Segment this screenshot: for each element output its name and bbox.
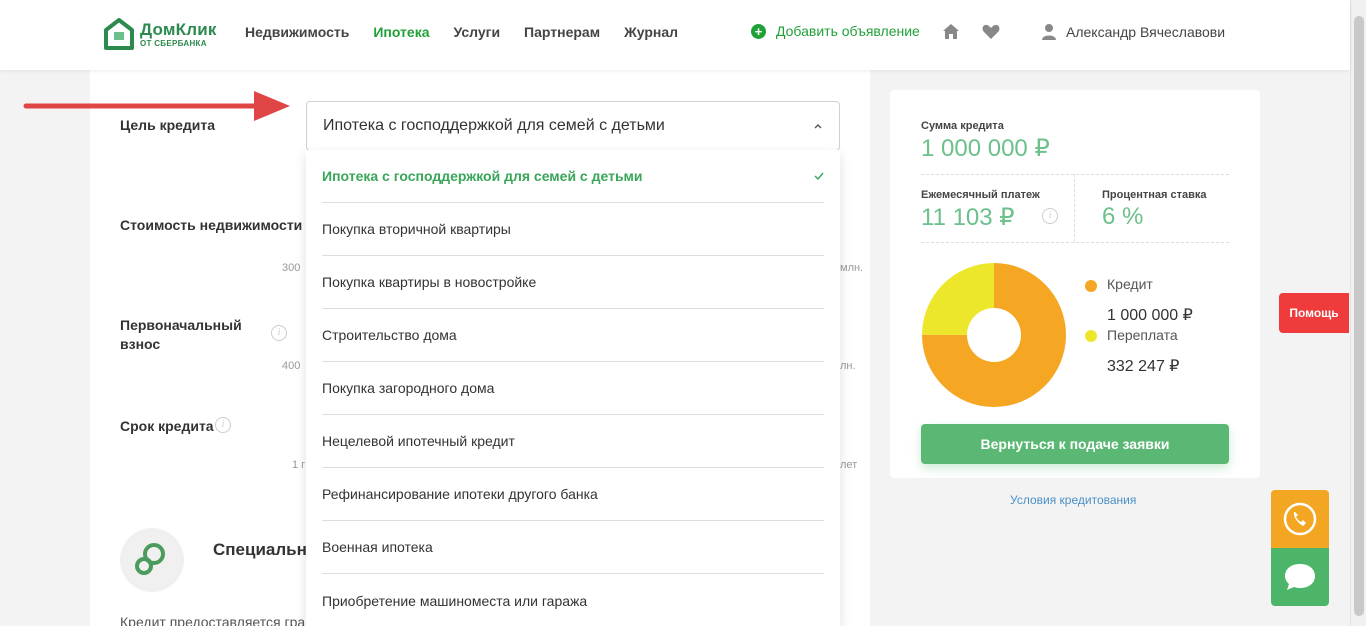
user-icon	[1042, 24, 1056, 40]
legend-overpay-label: Переплата	[1107, 327, 1178, 343]
logo-house-icon	[104, 18, 134, 50]
dropdown-option[interactable]: Приобретение машиноместа или гаража	[322, 574, 824, 626]
term-max-unit: лет	[840, 459, 858, 471]
site-header: ДомКлик ОТ СБЕРБАНКА Недвижимость Ипотек…	[0, 0, 1350, 70]
return-to-application-button[interactable]: Вернуться к подаче заявки	[921, 424, 1229, 464]
nav-item-partners[interactable]: Партнерам	[524, 24, 600, 40]
chat-button[interactable]	[1271, 548, 1329, 606]
term-label: Срок кредита	[120, 418, 214, 434]
page-scrollbar[interactable]	[1350, 0, 1366, 626]
logo-name: ДомКлик	[140, 19, 217, 39]
home-icon[interactable]	[942, 23, 960, 41]
credit-note: Кредит предоставляется гра	[120, 614, 306, 626]
legend-dot-credit	[1085, 280, 1097, 292]
property-max-unit: млн.	[840, 262, 864, 274]
dropdown-option[interactable]: Строительство дома	[322, 309, 824, 362]
down-payment-max-unit: лн.	[840, 360, 856, 372]
dropdown-option-label: Покупка вторичной квартиры	[322, 221, 511, 237]
add-ad-link[interactable]: + Добавить объявление	[751, 23, 920, 39]
dropdown-option-label: Покупка загородного дома	[322, 380, 495, 396]
dropdown-option-label: Нецелевой ипотечный кредит	[322, 433, 515, 449]
legend-dot-overpay	[1085, 330, 1097, 342]
dropdown-option-label: Приобретение машиноместа или гаража	[322, 592, 588, 609]
logo[interactable]: ДомКлик ОТ СБЕРБАНКА	[104, 16, 217, 52]
down-payment-label: Первоначальный взнос	[120, 317, 242, 352]
phone-icon	[1283, 502, 1317, 536]
pacifier-icon	[120, 528, 184, 592]
add-ad-label: Добавить объявление	[776, 23, 920, 39]
heart-icon[interactable]	[982, 24, 1000, 40]
legend-overpay-value: 332 247 ₽	[1107, 358, 1180, 375]
terms-link[interactable]: Условия кредитования	[1010, 493, 1136, 507]
dropdown-option[interactable]: Покупка квартиры в новостройке	[322, 256, 824, 309]
dropdown-option-label: Ипотека с господдержкой для семей с деть…	[322, 168, 643, 184]
info-icon[interactable]: i	[215, 417, 231, 433]
down-payment-min: 400	[282, 360, 301, 372]
property-cost-label: Стоимость недвижимости	[120, 217, 303, 233]
info-icon[interactable]: i	[1042, 208, 1058, 224]
logo-subtitle: ОТ СБЕРБАНКА	[140, 38, 207, 48]
term-min: 1 г	[292, 459, 306, 471]
main-nav: Недвижимость Ипотека Услуги Партнерам Жу…	[245, 24, 702, 40]
monthly-payment-value: 11 103 ₽	[921, 204, 1015, 231]
dropdown-option[interactable]: Ипотека с господдержкой для семей с деть…	[322, 150, 824, 203]
dropdown-option[interactable]: Рефинансирование ипотеки другого банка	[322, 468, 824, 521]
check-icon	[814, 172, 824, 180]
dropdown-option-label: Строительство дома	[322, 327, 457, 343]
dropdown-option[interactable]: Покупка загородного дома	[322, 362, 824, 415]
info-icon[interactable]: i	[271, 325, 287, 341]
plus-icon: +	[751, 23, 766, 39]
loan-amount-value: 1 000 000 ₽	[921, 135, 1050, 162]
dropdown-option[interactable]: Покупка вторичной квартиры	[322, 203, 824, 256]
dropdown-option[interactable]: Нецелевой ипотечный кредит	[322, 415, 824, 468]
goal-dropdown-list: Ипотека с господдержкой для семей с деть…	[306, 150, 840, 626]
nav-item-services[interactable]: Услуги	[454, 24, 501, 40]
calculator-form: Цель кредита Ипотека с господдержкой для…	[90, 70, 870, 626]
goal-select-value: Ипотека с господдержкой для семей с деть…	[323, 117, 665, 134]
divider	[921, 242, 1229, 243]
loan-amount-label: Сумма кредита	[921, 120, 1004, 132]
property-min: 300	[282, 262, 301, 274]
special-program-title: Специальн «Ипотека с	[213, 540, 308, 559]
user-name: Александр Вячеславови	[1066, 24, 1226, 40]
nav-item-mortgage[interactable]: Ипотека	[373, 24, 429, 40]
dropdown-option-label: Рефинансирование ипотеки другого банка	[322, 486, 598, 502]
scrollbar-thumb[interactable]	[1354, 16, 1364, 616]
divider	[1074, 174, 1075, 242]
goal-select[interactable]: Ипотека с господдержкой для семей с деть…	[306, 101, 840, 151]
dropdown-option-label: Военная ипотека	[322, 539, 433, 555]
nav-item-realty[interactable]: Недвижимость	[245, 24, 349, 40]
nav-item-journal[interactable]: Журнал	[624, 24, 678, 40]
rate-value: 6 %	[1102, 203, 1144, 230]
annotation-arrow	[23, 91, 290, 121]
chevron-up-icon	[814, 124, 822, 129]
legend-credit-label: Кредит	[1107, 276, 1153, 292]
dropdown-option[interactable]: Военная ипотека	[322, 521, 824, 574]
monthly-payment-label: Ежемесячный платеж	[921, 189, 1040, 201]
donut-slice-overpay	[922, 263, 994, 335]
legend-credit-value: 1 000 000 ₽	[1107, 307, 1193, 324]
chat-bubble-icon	[1285, 564, 1315, 590]
dropdown-option-label: Покупка квартиры в новостройке	[322, 274, 537, 290]
phone-button[interactable]	[1271, 490, 1329, 548]
loan-donut-chart	[922, 263, 1066, 407]
help-button[interactable]: Помощь	[1279, 293, 1349, 333]
loan-summary-card: Сумма кредита 1 000 000 ₽ Ежемесячный пл…	[890, 90, 1260, 478]
user-menu[interactable]: Александр Вячеславови	[1042, 24, 1227, 40]
divider	[921, 174, 1229, 175]
rate-label: Процентная ставка	[1102, 189, 1207, 201]
